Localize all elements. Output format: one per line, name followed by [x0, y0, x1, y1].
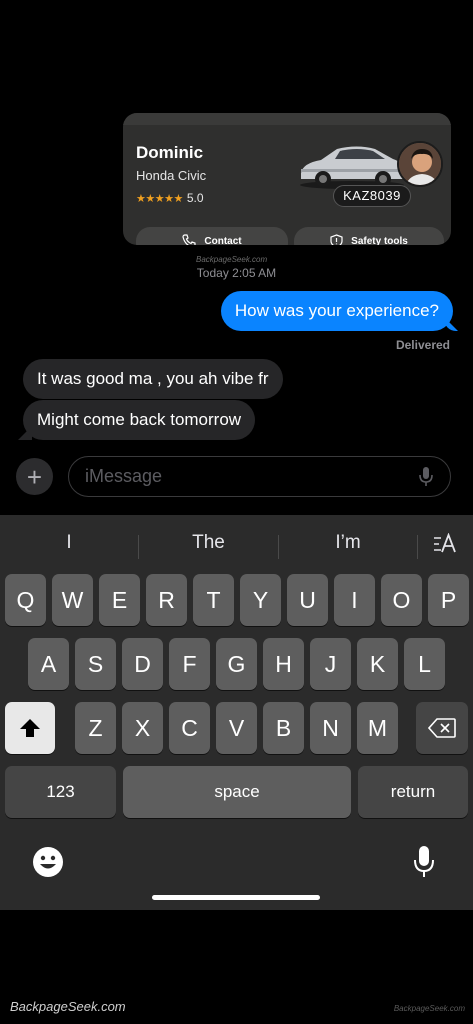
- numbers-key[interactable]: 123: [5, 766, 116, 818]
- key-l[interactable]: L: [404, 638, 445, 690]
- driver-avatar: [397, 141, 443, 187]
- return-key[interactable]: return: [358, 766, 468, 818]
- key-x[interactable]: X: [122, 702, 163, 754]
- microphone-icon[interactable]: [418, 466, 434, 488]
- suggestion-item[interactable]: The: [139, 525, 278, 561]
- key-p[interactable]: P: [428, 574, 469, 626]
- home-indicator[interactable]: [152, 895, 320, 900]
- key-y[interactable]: Y: [240, 574, 281, 626]
- key-j[interactable]: J: [310, 638, 351, 690]
- key-i[interactable]: I: [334, 574, 375, 626]
- rating-stars: ★★★★★: [136, 192, 183, 205]
- key-b[interactable]: B: [263, 702, 304, 754]
- key-g[interactable]: G: [216, 638, 257, 690]
- received-message-bubble[interactable]: It was good ma , you ah vibe fr: [23, 359, 283, 399]
- key-z[interactable]: Z: [75, 702, 116, 754]
- backspace-icon: [427, 718, 456, 738]
- key-q[interactable]: Q: [5, 574, 46, 626]
- safety-tools-label: Safety tools: [351, 236, 408, 245]
- suggestion-item[interactable]: I: [0, 525, 138, 561]
- license-plate: KAZ8039: [333, 185, 411, 207]
- key-n[interactable]: N: [310, 702, 351, 754]
- key-d[interactable]: D: [122, 638, 163, 690]
- contact-button[interactable]: Contact: [136, 227, 288, 245]
- phone-icon: [182, 234, 196, 245]
- car-model: Honda Civic: [136, 168, 207, 183]
- driver-name: Dominic: [136, 143, 204, 162]
- watermark-right: BackpageSeek.com: [393, 1004, 465, 1013]
- key-c[interactable]: C: [169, 702, 210, 754]
- emoji-icon[interactable]: [32, 846, 64, 878]
- car-image: [300, 146, 404, 189]
- message-timestamp: Today 2:05 AM: [196, 266, 277, 280]
- microphone-icon[interactable]: [413, 845, 435, 879]
- key-h[interactable]: H: [263, 638, 304, 690]
- sent-message-bubble[interactable]: How was your experience?: [220, 291, 453, 331]
- key-w[interactable]: W: [52, 574, 93, 626]
- suggestion-item[interactable]: I’m: [279, 525, 417, 561]
- key-r[interactable]: R: [146, 574, 187, 626]
- keyboard: I The I’m Q W E R T Y U I O P A S D F G …: [0, 515, 473, 910]
- shift-key[interactable]: [5, 702, 55, 754]
- driver-rating: ★★★★★ 5.0: [136, 191, 204, 205]
- card-top-strip: [123, 113, 451, 125]
- key-v[interactable]: V: [216, 702, 257, 754]
- ride-card[interactable]: Dominic Honda Civic ★★★★★ 5.0 KAZ8039 Co…: [123, 113, 451, 245]
- key-t[interactable]: T: [193, 574, 234, 626]
- key-e[interactable]: E: [99, 574, 140, 626]
- key-s[interactable]: S: [75, 638, 116, 690]
- key-u[interactable]: U: [287, 574, 328, 626]
- contact-label: Contact: [204, 236, 242, 245]
- delete-key[interactable]: [416, 702, 468, 754]
- key-f[interactable]: F: [169, 638, 210, 690]
- rating-value: 5.0: [186, 191, 204, 205]
- shift-arrow-icon: [20, 719, 40, 737]
- text-format-icon[interactable]: [433, 533, 457, 555]
- predictive-bar: I The I’m: [0, 525, 473, 561]
- key-o[interactable]: O: [381, 574, 422, 626]
- add-attachment-button[interactable]: +: [16, 458, 53, 495]
- watermark-small: BackpageSeek.com: [196, 255, 268, 264]
- key-m[interactable]: M: [357, 702, 398, 754]
- key-k[interactable]: K: [357, 638, 398, 690]
- delivered-status: Delivered: [395, 338, 450, 352]
- key-a[interactable]: A: [28, 638, 69, 690]
- received-message-bubble[interactable]: Might come back tomorrow: [23, 400, 256, 440]
- imessage-input[interactable]: iMessage: [68, 456, 451, 497]
- space-key[interactable]: space: [123, 766, 351, 818]
- safety-tools-button[interactable]: Safety tools: [294, 227, 444, 245]
- shield-icon: [330, 234, 343, 245]
- suggestion-divider: [417, 535, 418, 559]
- watermark: BackpageSeek.com: [10, 999, 126, 1014]
